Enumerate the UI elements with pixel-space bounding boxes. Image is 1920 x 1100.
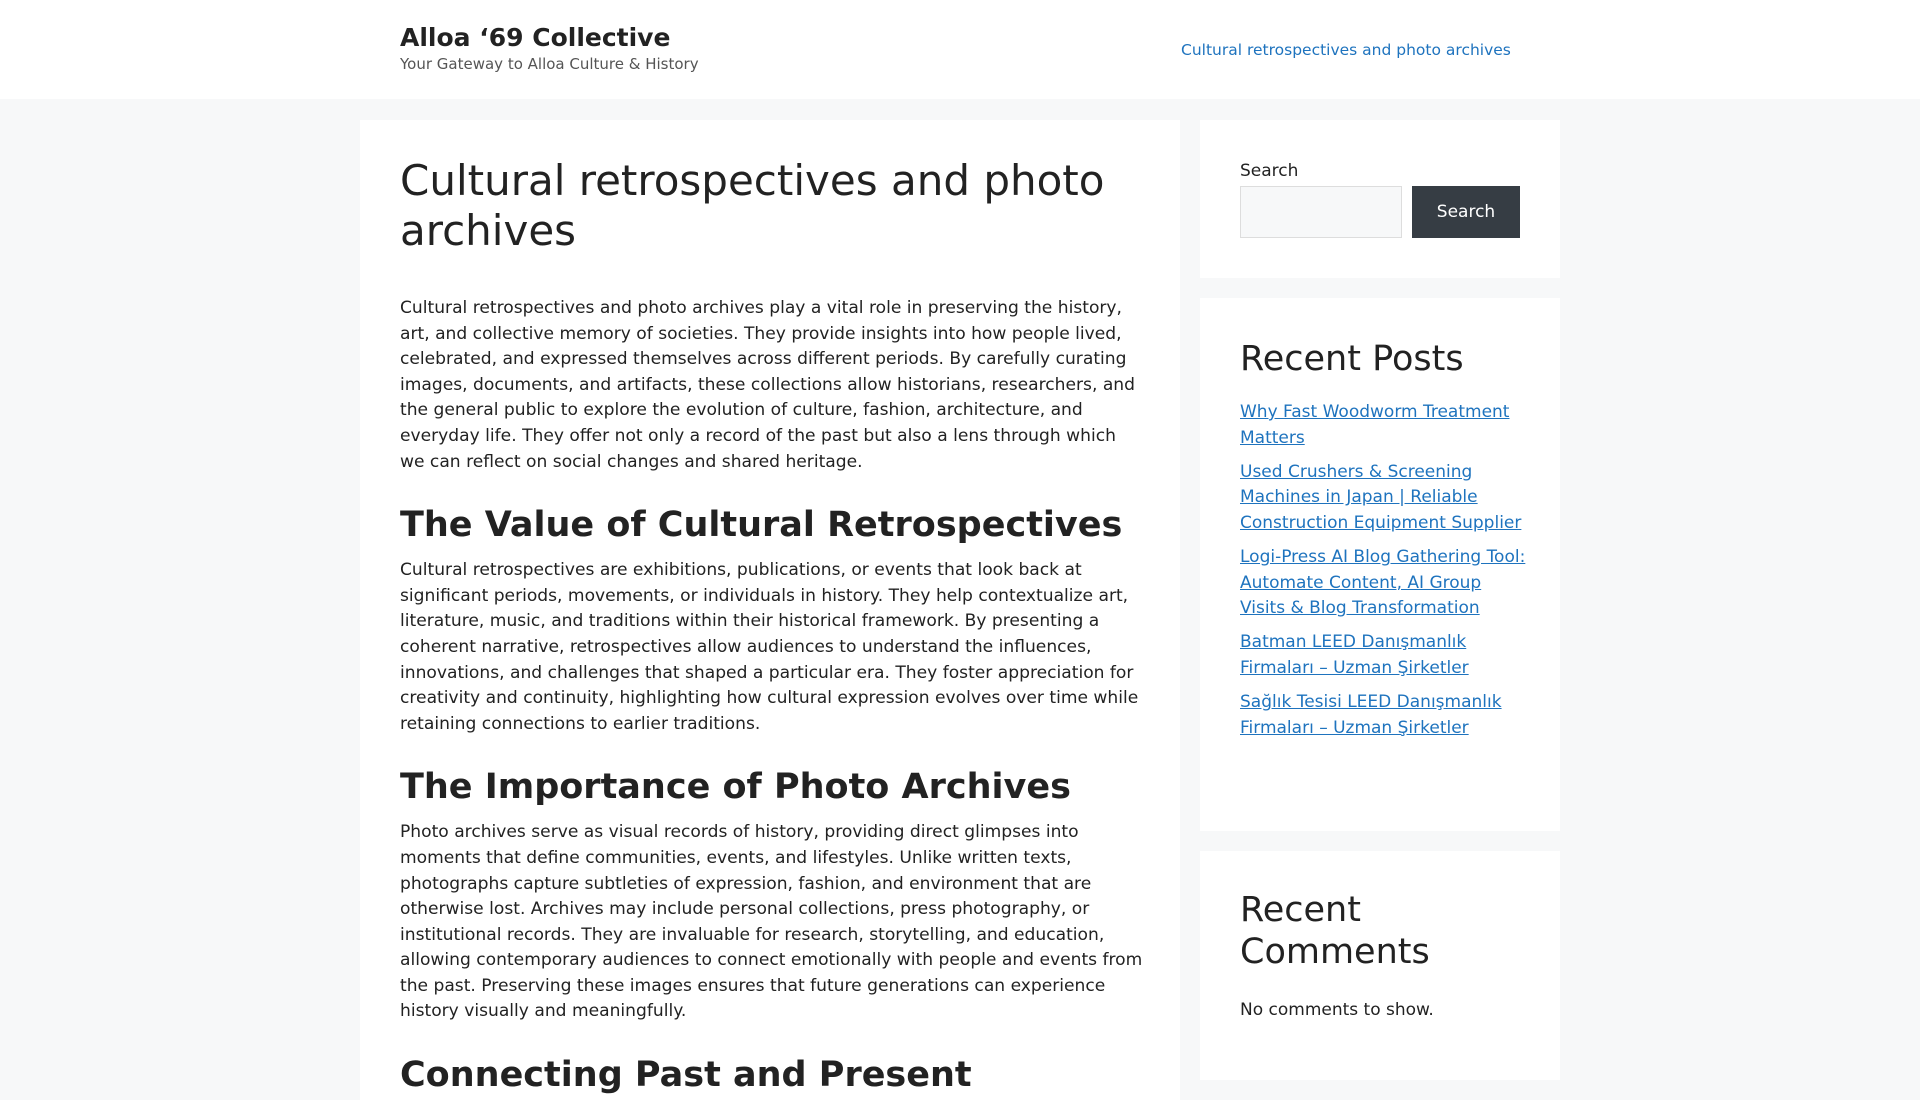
no-comments-text: No comments to show.: [1240, 1000, 1434, 1020]
list-item: Used Crushers & Screening Machines in Ja…: [1240, 460, 1530, 537]
recent-posts-heading: Recent Posts: [1240, 339, 1464, 379]
site-title[interactable]: Alloa ‘69 Collective: [400, 22, 670, 53]
recent-post-link[interactable]: Logi-Press AI Blog Gathering Tool: Autom…: [1240, 547, 1525, 618]
list-item: Batman LEED Danışmanlık Firmaları – Uzma…: [1240, 630, 1530, 681]
section-heading-cultural-retrospectives: The Value of Cultural Retrospectives: [400, 505, 1123, 546]
section-paragraph-cultural-retrospectives: Cultural retrospectives are exhibitions,…: [400, 560, 1139, 734]
nav-link-cultural-retrospectives[interactable]: Cultural retrospectives and photo archiv…: [1181, 40, 1511, 60]
article-card: Cultural retrospectives and photo archiv…: [360, 120, 1180, 1100]
site-header: Alloa ‘69 Collective Your Gateway to All…: [0, 0, 1920, 99]
recent-post-link[interactable]: Batman LEED Danışmanlık Firmaları – Uzma…: [1240, 632, 1469, 678]
section-paragraph-photo-archives: Photo archives serve as visual records o…: [400, 822, 1143, 1022]
search-widget: Search Search: [1200, 120, 1560, 278]
recent-post-link[interactable]: Sağlık Tesisi LEED Danışmanlık Firmaları…: [1240, 692, 1502, 738]
search-input[interactable]: [1240, 186, 1402, 238]
section-heading-photo-archives: The Importance of Photo Archives: [400, 767, 1071, 808]
list-item: Logi-Press AI Blog Gathering Tool: Autom…: [1240, 545, 1530, 622]
article-intro-paragraph: Cultural retrospectives and photo archiv…: [400, 298, 1135, 472]
list-item: Why Fast Woodworm Treatment Matters: [1240, 400, 1530, 451]
site-tagline: Your Gateway to Alloa Culture & History: [400, 55, 699, 73]
recent-posts-widget: Recent Posts Why Fast Woodworm Treatment…: [1200, 298, 1560, 831]
section-heading-connecting-past-present: Connecting Past and Present: [400, 1055, 972, 1096]
list-item: Sağlık Tesisi LEED Danışmanlık Firmaları…: [1240, 690, 1530, 741]
recent-post-link[interactable]: Why Fast Woodworm Treatment Matters: [1240, 402, 1509, 448]
search-button[interactable]: Search: [1412, 186, 1520, 238]
recent-post-link[interactable]: Used Crushers & Screening Machines in Ja…: [1240, 462, 1521, 533]
page-title: Cultural retrospectives and photo archiv…: [400, 156, 1105, 255]
search-label: Search: [1240, 161, 1299, 181]
recent-comments-heading: Recent Comments: [1240, 890, 1430, 972]
article-content: Cultural retrospectives and photo archiv…: [400, 156, 1145, 1097]
article-body: Cultural retrospectives and photo archiv…: [400, 296, 1145, 1097]
recent-comments-widget: Recent Comments No comments to show.: [1200, 851, 1560, 1080]
recent-posts-list: Why Fast Woodworm Treatment Matters Used…: [1240, 400, 1530, 750]
